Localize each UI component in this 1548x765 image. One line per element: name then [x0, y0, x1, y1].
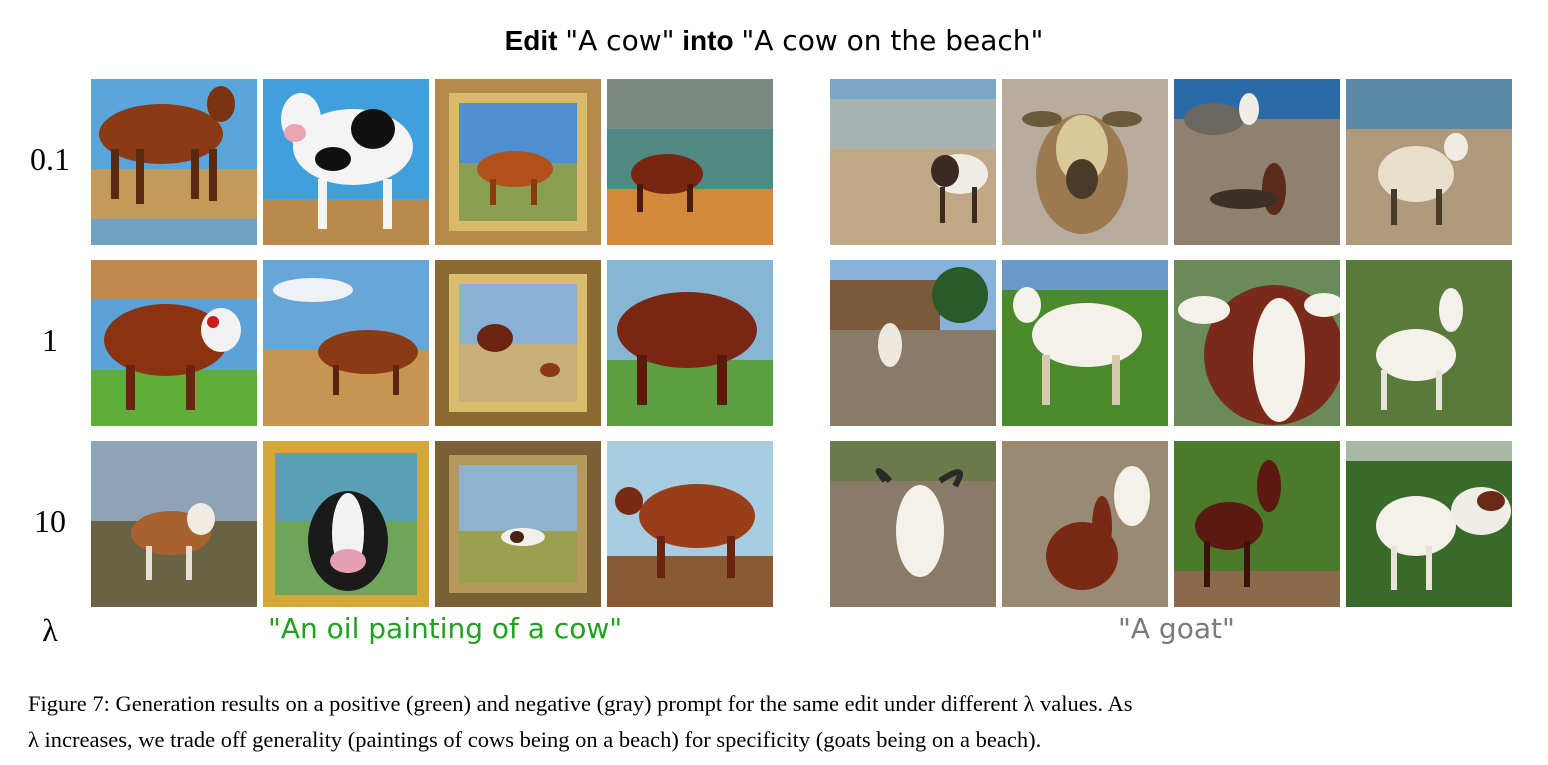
- cow-image-r2c0: [91, 441, 257, 607]
- row-label-0: 0.1: [30, 141, 70, 177]
- goat-photo-grid: [830, 79, 1512, 607]
- lambda-symbol: λ: [42, 612, 58, 648]
- title-target-prompt: "A cow on the beach": [741, 24, 1044, 57]
- goat-image-r0c2: [1174, 79, 1340, 245]
- caption-line-2: λ increases, we trade off generality (pa…: [28, 727, 1042, 752]
- goat-image-r0c3: [1346, 79, 1512, 245]
- goat-image-r2c0: [830, 441, 996, 607]
- row-label-2: 10: [34, 503, 66, 539]
- cow-image-r0c2: [435, 79, 601, 245]
- caption-line-1: Figure 7: Generation results on a positi…: [28, 691, 1133, 716]
- goat-image-r2c1: [1002, 441, 1168, 607]
- goat-image-r2c2: [1174, 441, 1340, 607]
- positive-prompt-label: "An oil painting of a cow": [268, 612, 623, 645]
- title-source-prompt: "A cow": [565, 24, 675, 57]
- cow-image-r1c2: [435, 260, 601, 426]
- cow-image-r1c0: [91, 260, 257, 426]
- cow-image-r0c3: [607, 79, 773, 245]
- cow-image-r0c0: [91, 79, 257, 245]
- cow-image-r2c2: [435, 441, 601, 607]
- negative-prompt-label: "A goat": [1118, 612, 1235, 645]
- row-label-1: 1: [42, 322, 58, 358]
- title-into-word: into: [682, 25, 734, 56]
- cow-painting-grid: [91, 79, 773, 607]
- goat-image-r1c0: [830, 260, 996, 426]
- goat-image-r1c3: [1346, 260, 1512, 426]
- figure-caption: Figure 7: Generation results on a positi…: [28, 686, 1523, 758]
- goat-image-r2c3: [1346, 441, 1512, 607]
- cow-image-r0c1: [263, 79, 429, 245]
- figure-title: Edit "A cow" into "A cow on the beach": [0, 24, 1548, 57]
- goat-image-r1c1: [1002, 260, 1168, 426]
- title-edit-word: Edit: [504, 25, 558, 56]
- goat-image-r1c2: [1174, 260, 1340, 426]
- cow-image-r1c1: [263, 260, 429, 426]
- cow-image-r2c3: [607, 441, 773, 607]
- goat-image-r0c1: [1002, 79, 1168, 245]
- goat-image-r0c0: [830, 79, 996, 245]
- cow-image-r2c1: [263, 441, 429, 607]
- cow-image-r1c3: [607, 260, 773, 426]
